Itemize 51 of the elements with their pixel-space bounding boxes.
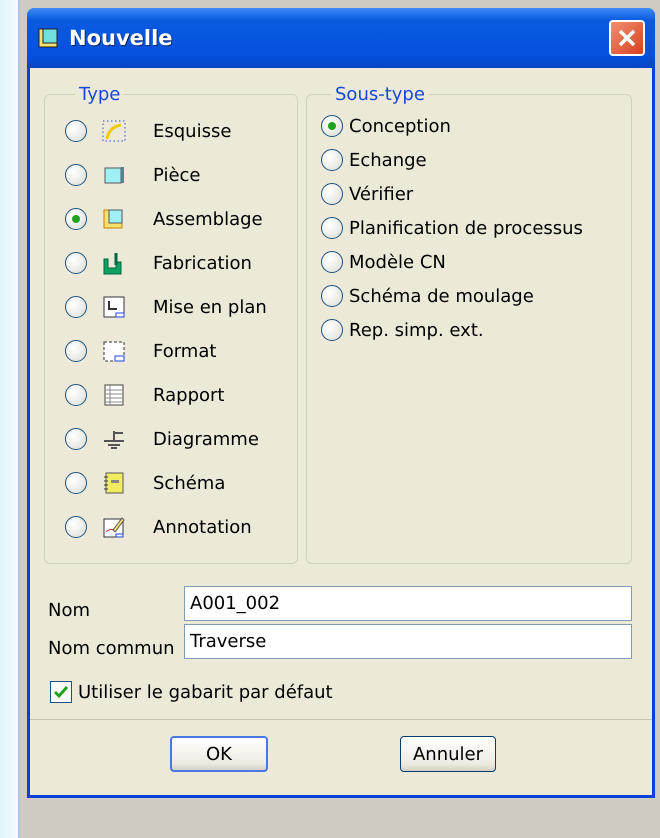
- radio-button[interactable]: [65, 516, 87, 538]
- field-label: Nom: [47, 600, 92, 621]
- subtype-option[interactable]: Schéma de moulage: [349, 286, 534, 306]
- radio-button[interactable]: [321, 149, 343, 171]
- checkbox[interactable]: [50, 681, 72, 703]
- radio-button[interactable]: [321, 115, 343, 137]
- subtype-option[interactable]: Conception: [349, 116, 451, 136]
- radio-button[interactable]: [321, 251, 343, 273]
- radio-button[interactable]: [65, 428, 87, 450]
- radio-button[interactable]: [65, 296, 87, 318]
- radio-button[interactable]: [321, 285, 343, 307]
- type-option[interactable]: Rapport: [153, 384, 224, 406]
- checkbox-label[interactable]: Utiliser le gabarit par défaut: [78, 682, 333, 702]
- input-field[interactable]: A001_002: [184, 586, 632, 621]
- type-option[interactable]: Pièce: [153, 164, 201, 186]
- radio-button[interactable]: [321, 217, 343, 239]
- group-label: Type: [78, 84, 122, 105]
- field-label: Nom commun: [47, 638, 176, 659]
- type-option[interactable]: Format: [153, 340, 216, 362]
- radio-button[interactable]: [321, 183, 343, 205]
- type-option[interactable]: Esquisse: [153, 120, 232, 142]
- type-option[interactable]: Annotation: [153, 516, 252, 538]
- type-icon: [101, 515, 127, 539]
- window-title: Nouvelle: [69, 26, 174, 50]
- radio-button[interactable]: [65, 340, 87, 362]
- type-icon: [101, 295, 127, 319]
- radio-button[interactable]: [321, 319, 343, 341]
- radio-button[interactable]: [65, 252, 87, 274]
- radio-button[interactable]: [65, 208, 87, 230]
- cancel-button[interactable]: Annuler: [400, 736, 496, 772]
- type-option[interactable]: Diagramme: [153, 428, 259, 450]
- type-option[interactable]: Fabrication: [153, 252, 252, 274]
- group-label: Sous-type: [334, 84, 426, 105]
- subtype-option[interactable]: Planification de processus: [349, 218, 583, 238]
- type-option[interactable]: Schéma: [153, 472, 226, 494]
- ok-button[interactable]: OK: [170, 736, 268, 772]
- radio-button[interactable]: [65, 472, 87, 494]
- type-icon: [101, 339, 127, 363]
- close-button[interactable]: [609, 20, 645, 56]
- type-icon: [101, 119, 127, 143]
- input-field[interactable]: Traverse: [184, 624, 632, 659]
- subtype-option[interactable]: Vérifier: [349, 184, 414, 204]
- subtype-option[interactable]: Rep. simp. ext.: [349, 320, 484, 340]
- radio-button[interactable]: [65, 384, 87, 406]
- subtype-option[interactable]: Modèle CN: [349, 252, 446, 272]
- type-option[interactable]: Assemblage: [153, 208, 263, 230]
- close-icon: [616, 27, 638, 49]
- type-option[interactable]: Mise en plan: [153, 296, 267, 318]
- radio-button[interactable]: [65, 164, 87, 186]
- subtype-option[interactable]: Echange: [349, 150, 427, 170]
- radio-button[interactable]: [65, 120, 87, 142]
